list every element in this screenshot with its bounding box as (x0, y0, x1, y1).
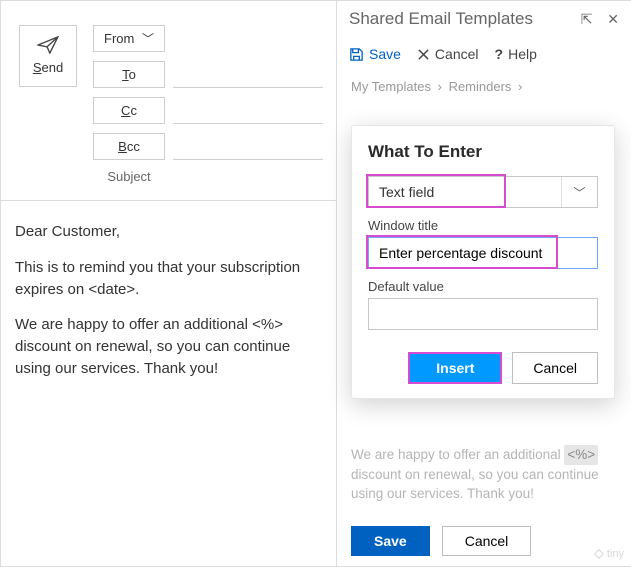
from-button[interactable]: From ﹀ (93, 25, 165, 52)
popover-cancel-button[interactable]: Cancel (512, 352, 598, 384)
chevron-down-icon[interactable]: ﹀ (561, 177, 597, 207)
email-compose-region: Send From ﹀ To Cc Bcc (1, 1, 336, 566)
field-type-select[interactable]: Text field ﹀ (368, 176, 598, 208)
to-button[interactable]: To (93, 61, 165, 88)
field-type-value: Text field (369, 177, 561, 207)
email-body-editor[interactable]: Dear Customer, This is to remind you tha… (1, 201, 336, 566)
cc-button[interactable]: Cc (93, 97, 165, 124)
body-para-2: We are happy to offer an additional <%> … (15, 314, 322, 379)
panel-cancel-button[interactable]: Cancel (442, 526, 532, 556)
from-row: From ﹀ (93, 25, 323, 53)
popover-heading: What To Enter (368, 142, 598, 162)
default-value-label: Default value (368, 279, 598, 294)
body-greeting: Dear Customer, (15, 221, 322, 243)
cc-field[interactable] (173, 97, 323, 124)
diamond-icon (593, 548, 605, 560)
preview-snippet: We are happy to offer an additional <%> … (351, 445, 617, 504)
cc-row: Cc (93, 97, 323, 125)
insert-button[interactable]: Insert (408, 352, 502, 384)
panel-save-button[interactable]: Save (351, 526, 430, 556)
question-icon: ? (495, 46, 504, 62)
send-button[interactable]: Send (19, 25, 77, 87)
toolbar-cancel-label: Cancel (435, 46, 479, 62)
save-disk-icon (349, 47, 364, 62)
default-value-input[interactable] (368, 298, 598, 330)
panel-title-bar: Shared Email Templates ⇱ ✕ (337, 1, 631, 37)
subject-row: Subject (93, 169, 323, 193)
bcc-button[interactable]: Bcc (93, 133, 165, 160)
x-icon (417, 48, 430, 61)
toolbar-help-label: Help (508, 46, 537, 62)
subject-label: Subject (93, 169, 165, 184)
breadcrumb-item[interactable]: Reminders (449, 79, 512, 94)
what-to-enter-popover: What To Enter Text field ﹀ Window title … (351, 125, 615, 399)
from-field[interactable] (173, 25, 323, 52)
chevron-down-icon: ﹀ (142, 32, 154, 46)
to-row: To (93, 61, 323, 89)
popover-actions: Insert Cancel (368, 352, 598, 384)
panel-title: Shared Email Templates (349, 9, 533, 29)
paper-plane-icon (37, 36, 59, 54)
watermark: tiny (593, 548, 624, 560)
body-para-1: This is to remind you that your subscrip… (15, 257, 322, 301)
compose-header: Send From ﹀ To Cc Bcc (1, 1, 336, 201)
bcc-field[interactable] (173, 133, 323, 160)
unpin-icon[interactable]: ⇱ (581, 11, 593, 27)
bcc-button-label: Bcc (118, 139, 140, 154)
toolbar-save-label: Save (369, 46, 401, 62)
window-title-label: Window title (368, 218, 598, 233)
window-title-input[interactable] (368, 237, 598, 269)
to-button-label: To (122, 67, 136, 82)
breadcrumb-item[interactable]: My Templates (351, 79, 431, 94)
chevron-right-icon: › (518, 79, 522, 94)
toolbar-cancel[interactable]: Cancel (417, 46, 479, 62)
panel-bottom-actions: Save Cancel (351, 526, 617, 556)
macro-token: <%> (564, 445, 598, 465)
bcc-row: Bcc (93, 133, 323, 161)
close-icon[interactable]: ✕ (607, 11, 619, 27)
cc-button-label: Cc (121, 103, 137, 118)
panel-toolbar: Save Cancel ? Help (337, 37, 631, 71)
breadcrumb: My Templates › Reminders › (337, 71, 631, 98)
toolbar-save[interactable]: Save (349, 46, 401, 62)
from-button-label: From (104, 31, 134, 46)
toolbar-help[interactable]: ? Help (495, 46, 537, 62)
chevron-right-icon: › (438, 79, 442, 94)
to-field[interactable] (173, 61, 323, 88)
